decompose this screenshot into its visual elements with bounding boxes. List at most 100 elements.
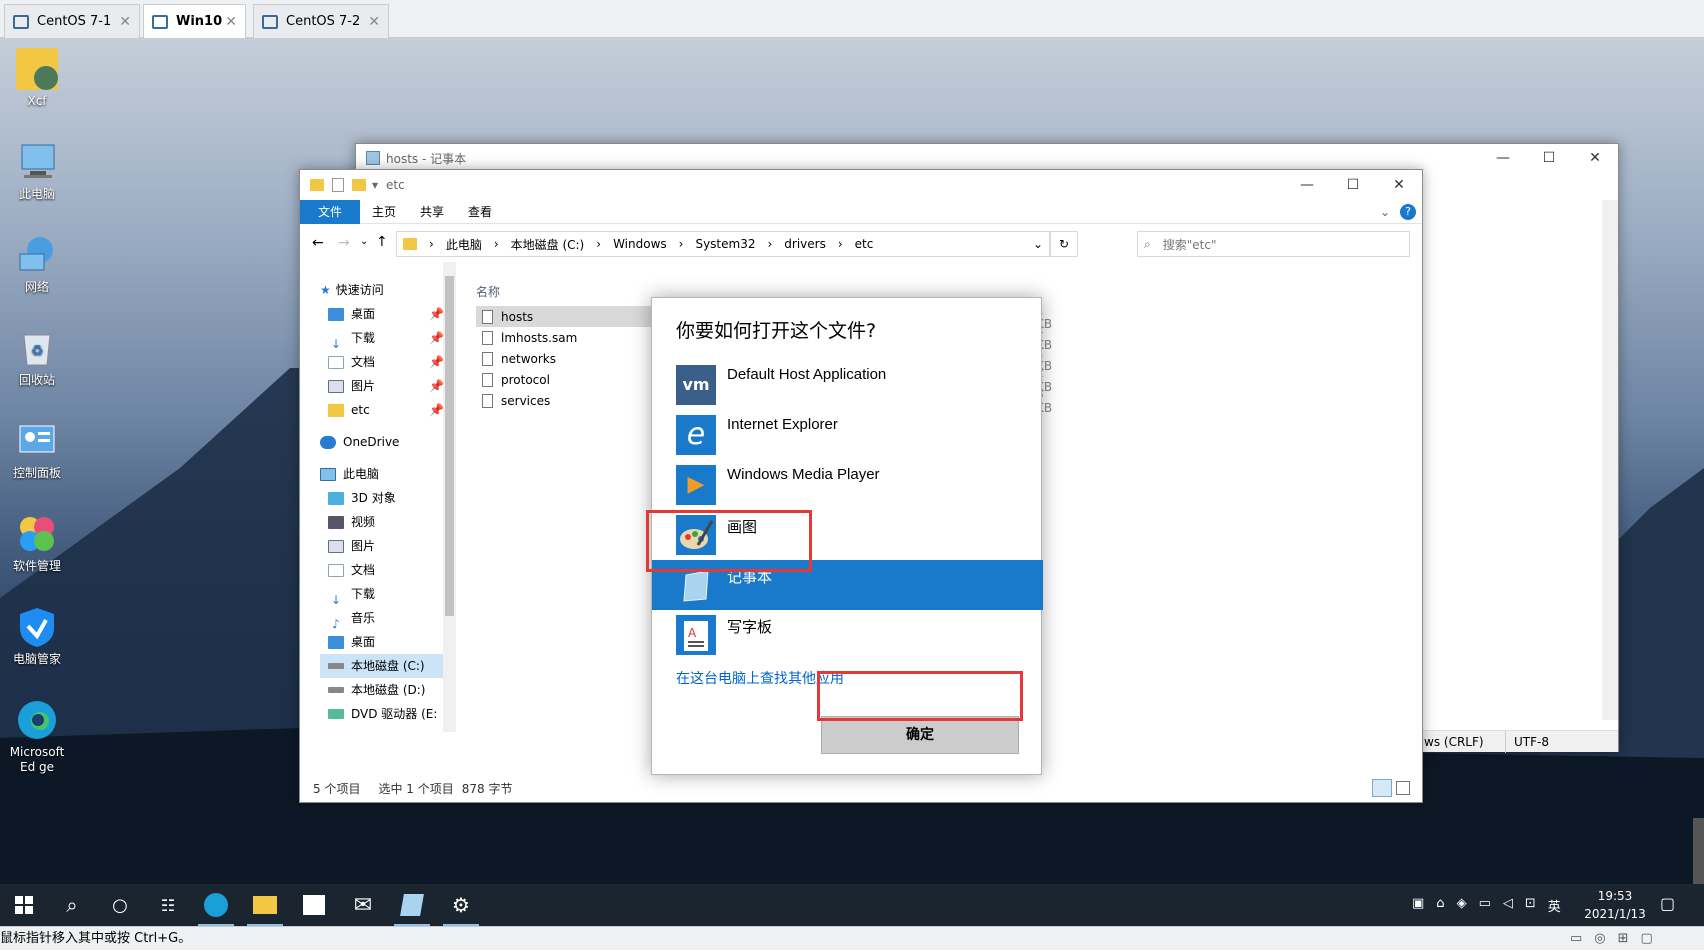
taskbar-mail[interactable]: ✉ xyxy=(339,884,387,926)
nav-music[interactable]: ♪ 音乐 xyxy=(320,606,444,631)
chevron-down-icon[interactable]: ⌄ xyxy=(360,236,368,247)
nav-pictures[interactable]: 图片 xyxy=(320,534,444,558)
vm-tab-win10[interactable]: Win10 ✕ xyxy=(143,4,246,38)
breadcrumb-this-pc[interactable]: 此电脑 xyxy=(446,236,482,253)
start-button[interactable] xyxy=(0,884,48,926)
ime-indicator[interactable]: 英 xyxy=(1548,896,1561,915)
nav-desktop[interactable]: 桌面 xyxy=(320,630,444,654)
nav-drive-c[interactable]: 本地磁盘 (C:) xyxy=(320,654,444,678)
minimize-button[interactable]: — xyxy=(1284,177,1330,193)
breadcrumb-system32[interactable]: System32 xyxy=(695,237,755,251)
breadcrumb-c-drive[interactable]: 本地磁盘 (C:) xyxy=(511,236,585,253)
taskbar-notepad[interactable] xyxy=(388,884,436,926)
maximize-button[interactable]: ☐ xyxy=(1526,150,1572,166)
nav-drive-d[interactable]: 本地磁盘 (D:) xyxy=(320,678,444,702)
desktop-icon-software-manager[interactable]: 软件管理 xyxy=(6,513,68,574)
desktop-icon-this-pc[interactable]: 此电脑 xyxy=(6,141,68,202)
close-button[interactable]: ✕ xyxy=(1572,150,1618,166)
nav-downloads[interactable]: ↓ 下载 xyxy=(320,582,444,607)
nav-dvd-drive[interactable]: DVD 驱动器 (E: xyxy=(320,702,444,726)
notification-icon[interactable]: ▢ xyxy=(1660,894,1675,913)
app-option-default-host[interactable]: vm Default Host Application xyxy=(652,360,1043,410)
vmware-tray-icon[interactable]: ▣ xyxy=(1412,896,1424,915)
desktop-icon-control-panel[interactable]: 控制面板 xyxy=(6,420,68,481)
breadcrumb-windows[interactable]: Windows xyxy=(613,237,667,251)
chevron-down-icon[interactable]: ⌄ xyxy=(1033,237,1043,251)
scrollbar-thumb[interactable] xyxy=(445,276,454,616)
forward-arrow-icon[interactable]: → xyxy=(338,235,350,251)
close-icon[interactable]: ✕ xyxy=(225,14,237,30)
nav-documents[interactable]: 文档 xyxy=(320,558,444,582)
nav-quick-downloads[interactable]: ↓ 下载 📌 xyxy=(320,326,444,351)
volume-muted-icon[interactable]: ◁ xyxy=(1503,896,1513,915)
pin-icon[interactable]: 📌 xyxy=(429,398,444,422)
pin-icon[interactable]: 📌 xyxy=(429,374,444,398)
breadcrumb-drivers[interactable]: drivers xyxy=(784,237,826,251)
task-view-icon[interactable]: ☷ xyxy=(144,884,192,926)
up-arrow-icon[interactable]: ↑ xyxy=(376,234,388,250)
search-icon[interactable]: ⌕ xyxy=(48,884,96,926)
chevron-down-icon[interactable]: ⌄ xyxy=(1380,205,1390,219)
vm-side-scrollbar[interactable] xyxy=(1693,818,1704,884)
minimize-button[interactable]: — xyxy=(1480,150,1526,166)
app-option-internet-explorer[interactable]: e Internet Explorer xyxy=(652,410,1043,460)
tab-share[interactable]: 共享 xyxy=(408,200,456,224)
tab-file[interactable]: 文件 xyxy=(300,199,361,224)
refresh-button[interactable]: ↻ xyxy=(1050,231,1078,257)
usb-icon[interactable]: ⌂ xyxy=(1436,896,1444,915)
address-bar[interactable]: › 此电脑 › 本地磁盘 (C:) › Windows › System32 ›… xyxy=(396,231,1050,257)
close-button[interactable]: ✕ xyxy=(1376,177,1422,193)
pin-icon[interactable]: 📌 xyxy=(429,326,444,350)
search-input[interactable]: ⌕ 搜索"etc" xyxy=(1137,231,1410,257)
message-icon[interactable]: ▢ xyxy=(1641,927,1653,951)
vm-tab-centos-7-2[interactable]: CentOS 7-2 ✕ xyxy=(253,4,389,38)
help-icon[interactable]: ? xyxy=(1400,203,1416,220)
vm-tab-centos-7-1[interactable]: CentOS 7-1 ✕ xyxy=(4,4,140,38)
breadcrumb-etc[interactable]: etc xyxy=(855,237,874,251)
desktop-icon-recycle-bin[interactable]: ♻ 回收站 xyxy=(6,327,68,388)
nav-quick-pictures[interactable]: 图片 📌 xyxy=(320,374,444,398)
new-folder-icon[interactable] xyxy=(352,179,366,191)
close-icon[interactable]: ✕ xyxy=(119,14,131,30)
close-icon[interactable]: ✕ xyxy=(368,14,380,30)
cortana-icon[interactable]: ○ xyxy=(96,884,144,926)
clock[interactable]: 19:53 2021/1/13 xyxy=(1572,887,1658,923)
ok-button[interactable]: 确定 xyxy=(821,716,1019,754)
taskbar-store[interactable] xyxy=(290,884,338,926)
desktop-icon-user[interactable]: Xcf xyxy=(6,48,68,109)
hdd-icon[interactable]: ▭ xyxy=(1570,927,1582,951)
network-icon[interactable]: ▭ xyxy=(1479,896,1491,915)
notepad-scrollbar[interactable] xyxy=(1602,200,1618,720)
desktop-icon-pc-manager[interactable]: 电脑管家 xyxy=(6,606,68,667)
tab-view[interactable]: 查看 xyxy=(456,200,504,224)
details-view-button[interactable] xyxy=(1372,779,1392,797)
pin-icon[interactable]: 📌 xyxy=(429,302,444,326)
nav-quick-desktop[interactable]: 桌面 📌 xyxy=(320,302,444,326)
nav-scrollbar[interactable] xyxy=(443,262,456,732)
properties-icon[interactable] xyxy=(332,178,344,192)
taskbar-file-explorer[interactable] xyxy=(241,884,289,926)
desktop-icon-network[interactable]: 网络 xyxy=(6,234,68,295)
maximize-button[interactable]: ☐ xyxy=(1330,177,1376,193)
chevron-down-icon[interactable]: ▾ xyxy=(372,178,378,192)
tab-home[interactable]: 主页 xyxy=(360,200,408,224)
nav-3d-objects[interactable]: 3D 对象 xyxy=(320,486,444,510)
app-option-media-player[interactable]: ▶ Windows Media Player xyxy=(652,460,1043,510)
app-option-wordpad[interactable]: A 写字板 xyxy=(652,610,1043,660)
nav-onedrive[interactable]: OneDrive xyxy=(320,430,444,454)
large-icons-view-button[interactable] xyxy=(1396,781,1410,795)
nav-videos[interactable]: 视频 xyxy=(320,510,444,534)
cd-icon[interactable]: ◎ xyxy=(1594,927,1605,951)
nav-quick-access[interactable]: ★ 快速访问 xyxy=(320,278,444,302)
network-adapter-icon[interactable]: ⊞ xyxy=(1618,927,1629,951)
notepad-titlebar[interactable]: hosts - 记事本 — ☐ ✕ xyxy=(356,144,1618,172)
nav-this-pc[interactable]: 此电脑 xyxy=(320,462,444,486)
security-shield-icon[interactable]: ◈ xyxy=(1457,896,1467,915)
explorer-titlebar[interactable]: ▾ etc — ☐ ✕ xyxy=(300,170,1422,200)
desktop-icon-edge[interactable]: Microsoft Ed ge xyxy=(6,699,68,775)
back-arrow-icon[interactable]: ← xyxy=(312,235,324,251)
taskbar-edge[interactable] xyxy=(192,884,240,926)
taskbar-settings[interactable]: ⚙ xyxy=(437,884,485,926)
pin-icon[interactable]: 📌 xyxy=(429,350,444,374)
nav-quick-etc[interactable]: etc 📌 xyxy=(320,398,444,422)
